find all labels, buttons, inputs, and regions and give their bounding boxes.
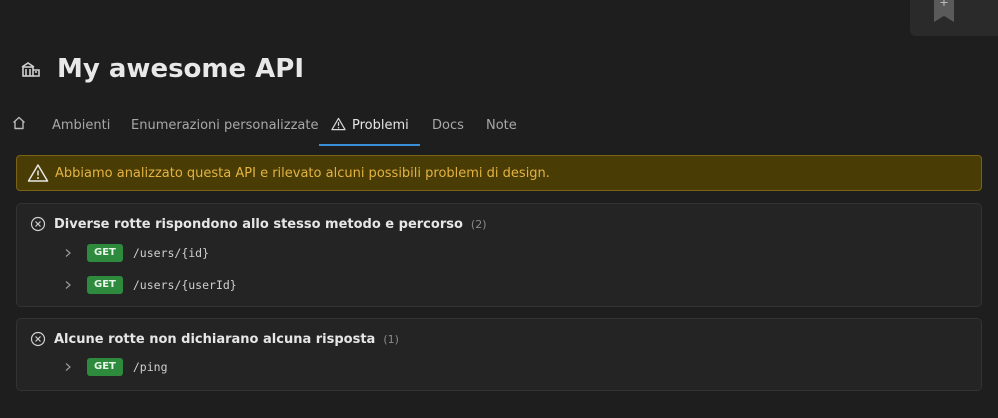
chevron-right-icon[interactable] [63,362,73,372]
tab-note[interactable]: Note [486,106,517,144]
route-row[interactable]: GET /users/{userId} [63,275,237,295]
page-title: My awesome API [57,54,305,84]
tab-home[interactable] [11,106,31,144]
tab-note-label: Note [486,118,517,133]
tab-enumerazioni[interactable]: Enumerazioni personalizzate [131,106,319,144]
warning-icon [27,164,49,182]
issue-card: Alcune rotte non dichiarano alcuna rispo… [16,318,982,391]
tab-bar: Ambienti Enumerazioni personalizzate Pro… [0,106,998,146]
design-warning-alert: Abbiamo analizzato questa API e rilevato… [16,155,982,191]
issue-header[interactable]: Diverse rotte rispondono allo stesso met… [30,214,487,234]
tab-docs-label: Docs [432,118,464,133]
error-circle-icon [30,216,46,232]
route-path: /users/{userId} [132,278,237,292]
method-badge: GET [87,276,123,294]
home-icon [13,116,25,130]
corner-panel: + [910,0,998,36]
issue-card: Diverse rotte rispondono allo stesso met… [16,203,982,307]
issue-title: Alcune rotte non dichiarano alcuna rispo… [54,331,376,347]
active-tab-indicator [319,144,420,146]
error-circle-icon [30,331,46,347]
route-path: /users/{id} [132,246,210,260]
chevron-right-icon[interactable] [63,248,73,258]
route-row[interactable]: GET /ping [63,357,168,377]
tab-problemi-label: Problemi [352,118,409,133]
tab-docs[interactable]: Docs [432,106,464,144]
chevron-right-icon[interactable] [63,280,73,290]
tab-ambienti-label: Ambienti [52,118,111,133]
issue-count: (1) [383,332,399,346]
issue-header[interactable]: Alcune rotte non dichiarano alcuna rispo… [30,329,399,349]
warning-icon [331,117,346,131]
page-header: My awesome API [19,52,304,86]
tab-problemi[interactable]: Problemi [319,106,420,146]
tab-enumerazioni-label: Enumerazioni personalizzate [131,118,319,133]
alert-message: Abbiamo analizzato questa API e rilevato… [55,165,550,181]
bookmark-plus-glyph: + [939,0,949,9]
issue-count: (2) [470,217,487,231]
issue-title: Diverse rotte rispondono allo stesso met… [54,216,463,232]
method-badge: GET [87,244,123,262]
tab-ambienti[interactable]: Ambienti [52,106,110,144]
api-building-icon [21,62,40,77]
route-path: /ping [132,360,168,374]
method-badge: GET [87,358,123,376]
route-row[interactable]: GET /users/{id} [63,243,209,263]
